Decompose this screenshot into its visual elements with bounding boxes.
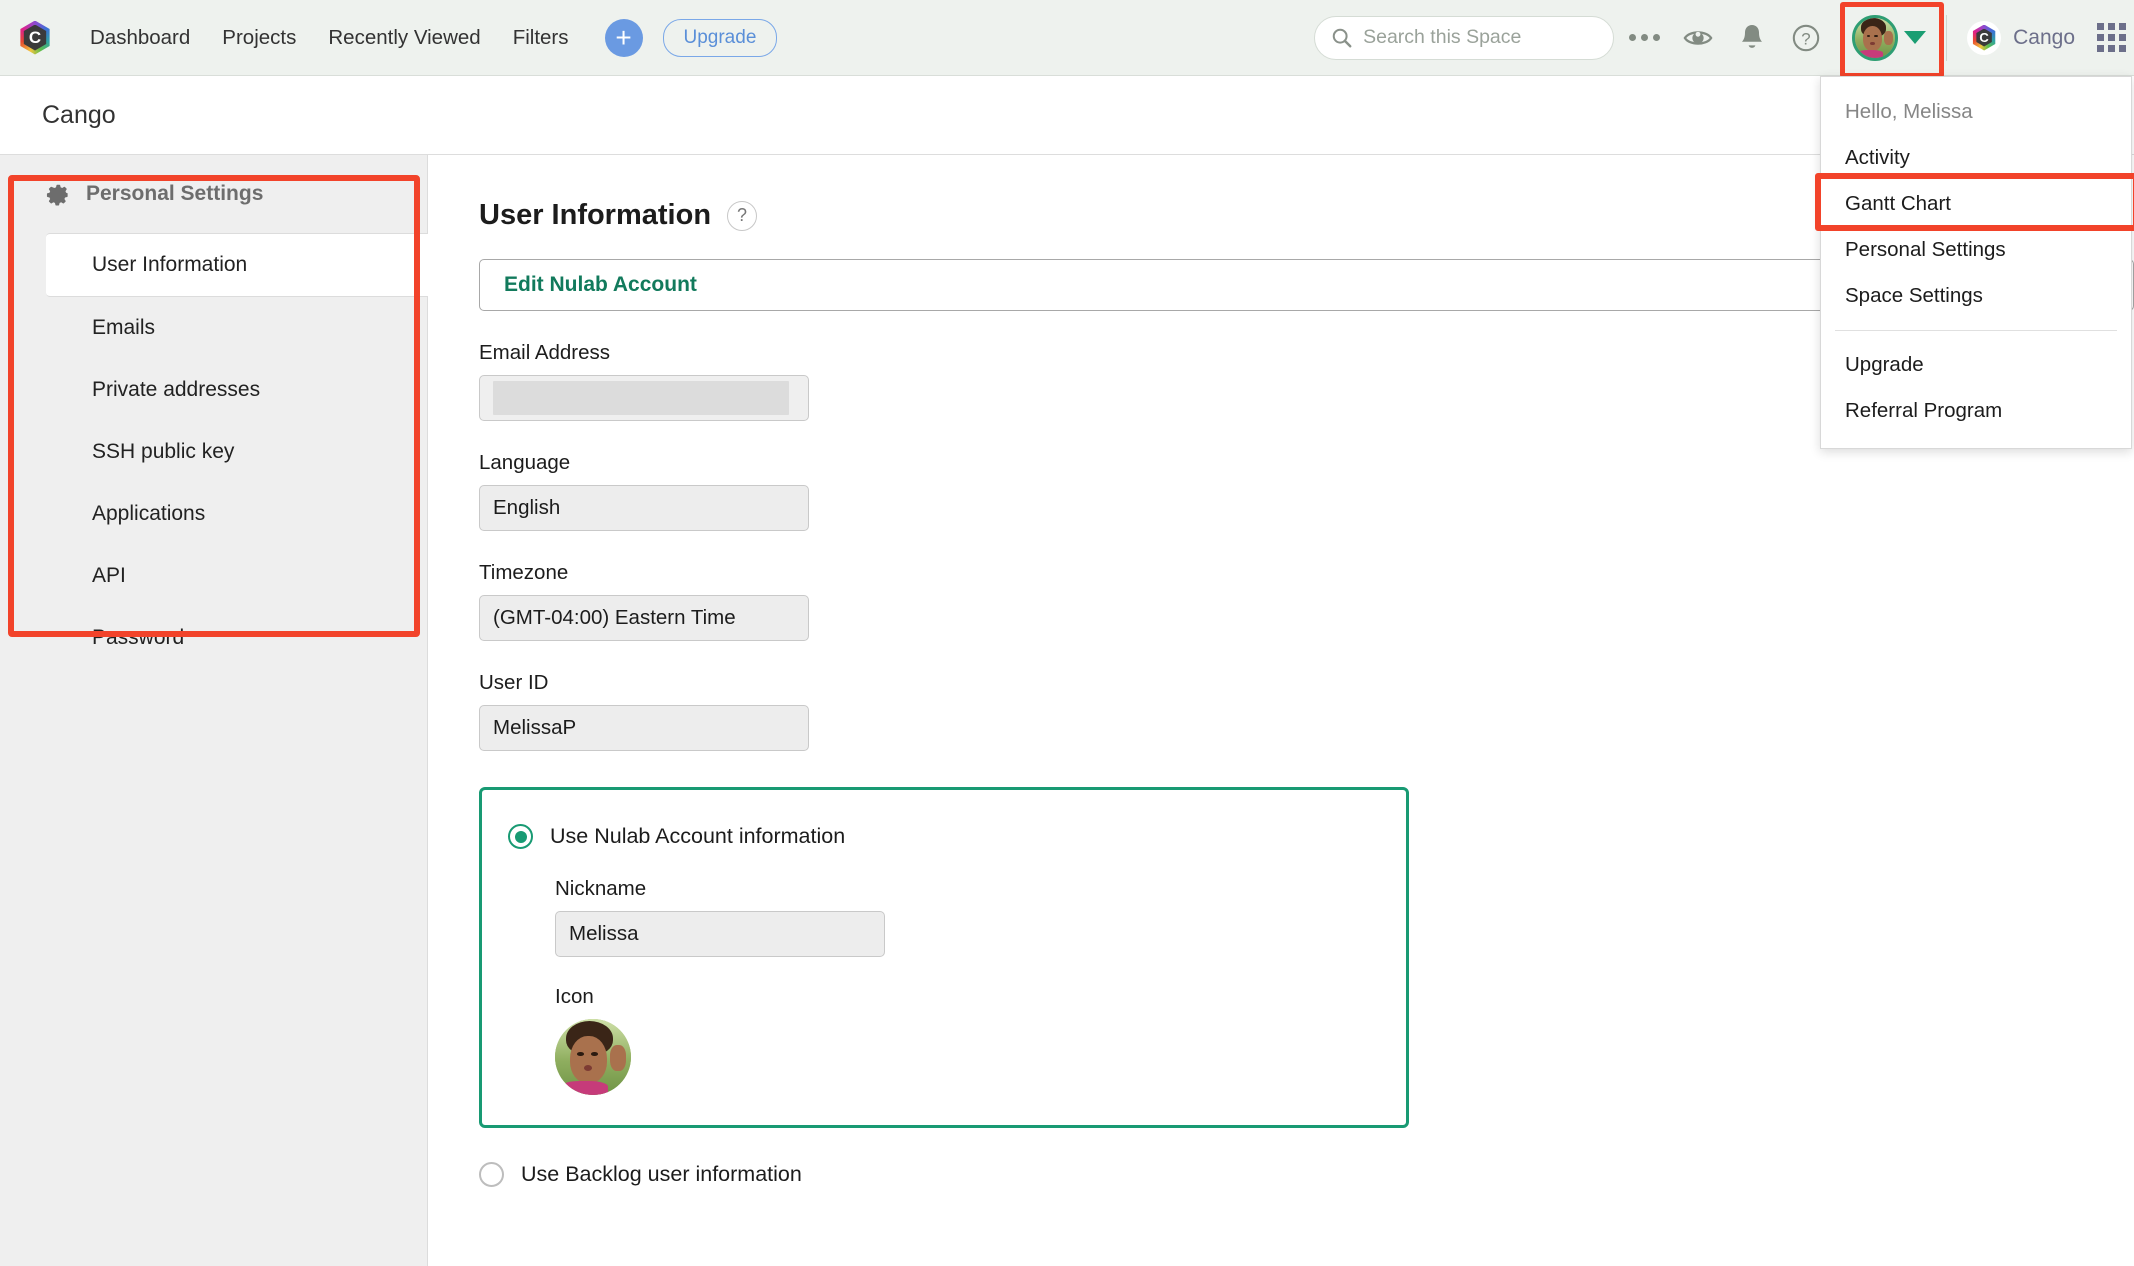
language-input[interactable]: English xyxy=(479,485,809,531)
backlog-logo-icon[interactable]: C xyxy=(18,20,52,55)
field-language: Language English xyxy=(479,451,2134,531)
timezone-input[interactable]: (GMT-04:00) Eastern Time xyxy=(479,595,809,641)
eye-icon xyxy=(1683,30,1713,45)
menu-item-upgrade[interactable]: Upgrade xyxy=(1821,342,2131,388)
nulab-account-option-card: Use Nulab Account information Nickname M… xyxy=(479,787,1409,1128)
sidebar-section-title: Personal Settings xyxy=(86,182,264,205)
settings-sidebar: Personal Settings User Information Email… xyxy=(0,155,428,1266)
apps-grid-icon[interactable] xyxy=(2097,23,2126,52)
notifications-button[interactable] xyxy=(1728,14,1776,62)
field-label: User ID xyxy=(479,671,549,694)
radio-label: Use Backlog user information xyxy=(521,1162,802,1186)
ellipsis-icon xyxy=(1628,34,1660,41)
divider xyxy=(1946,14,1948,61)
space-logo-icon: C xyxy=(1967,20,2002,55)
help-button[interactable]: ? xyxy=(1782,14,1830,62)
upgrade-button[interactable]: Upgrade xyxy=(662,18,778,57)
nickname-input[interactable]: Melissa xyxy=(555,911,885,957)
redaction-block xyxy=(493,381,789,415)
user-dropdown-menu: Hello, Melissa Activity Gantt Chart Pers… xyxy=(1815,76,2134,449)
avatar xyxy=(1852,14,1899,61)
search-input[interactable]: Search this Space xyxy=(1314,15,1615,60)
nav-link-filters[interactable]: Filters xyxy=(497,20,585,56)
page-title-bar: Cango xyxy=(0,76,2134,155)
bell-icon xyxy=(1742,24,1763,48)
help-question-icon[interactable]: ? xyxy=(727,200,758,231)
menu-item-activity[interactable]: Activity xyxy=(1821,135,2131,181)
chevron-down-icon xyxy=(1904,31,1927,44)
icon-field: Icon xyxy=(555,985,1406,1095)
nav-link-dashboard[interactable]: Dashboard xyxy=(74,20,206,56)
avatar-image xyxy=(1855,17,1896,58)
email-address-input[interactable] xyxy=(479,375,809,421)
gear-icon xyxy=(46,184,69,206)
question-mark-icon: ? xyxy=(1792,24,1820,51)
top-nav-right-group: Search this Space ? C Cango xyxy=(1314,0,2134,78)
sidebar-item-applications[interactable]: Applications xyxy=(0,483,427,545)
field-label: Timezone xyxy=(479,561,569,584)
add-button[interactable]: + xyxy=(604,18,643,57)
field-timezone: Timezone (GMT-04:00) Eastern Time xyxy=(479,561,2134,641)
svg-text:?: ? xyxy=(1801,29,1810,48)
radio-unselected-icon xyxy=(479,1162,504,1187)
content-heading: User Information xyxy=(479,199,712,231)
menu-divider xyxy=(1835,330,2117,331)
sidebar-item-api[interactable]: API xyxy=(0,545,427,607)
primary-nav-links: Dashboard Projects Recently Viewed Filte… xyxy=(74,20,585,56)
radio-selected-icon xyxy=(508,824,533,849)
space-switcher[interactable]: C Cango xyxy=(1967,20,2075,55)
menu-greeting: Hello, Melissa xyxy=(1845,100,1973,123)
menu-item-space-settings[interactable]: Space Settings xyxy=(1821,273,2131,319)
space-name-label: Cango xyxy=(2013,25,2075,49)
sidebar-item-user-information[interactable]: User Information xyxy=(46,233,428,297)
menu-item-gantt-chart[interactable]: Gantt Chart xyxy=(1821,181,2131,227)
field-label: Icon xyxy=(555,985,594,1008)
radio-label: Use Nulab Account information xyxy=(550,824,846,848)
search-placeholder: Search this Space xyxy=(1363,26,1522,48)
user-menu-toggle[interactable] xyxy=(1840,1,1945,78)
watch-button[interactable] xyxy=(1674,14,1722,62)
radio-use-backlog-user-info[interactable]: Use Backlog user information xyxy=(479,1162,2134,1187)
search-icon xyxy=(1332,28,1352,47)
nav-link-projects[interactable]: Projects xyxy=(206,20,312,56)
top-navigation-bar: C Dashboard Projects Recently Viewed Fil… xyxy=(0,0,2134,78)
avatar-image xyxy=(555,1019,631,1095)
sidebar-item-private-addresses[interactable]: Private addresses xyxy=(0,359,427,421)
sidebar-item-emails[interactable]: Emails xyxy=(0,297,427,359)
sidebar-item-password[interactable]: Password xyxy=(0,607,427,669)
more-options-button[interactable] xyxy=(1620,14,1668,62)
radio-use-nulab-account[interactable]: Use Nulab Account information xyxy=(508,824,1406,849)
nav-link-recently-viewed[interactable]: Recently Viewed xyxy=(312,20,496,56)
sidebar-section-header: Personal Settings xyxy=(0,155,427,233)
field-label: Language xyxy=(479,451,571,474)
menu-item-referral-program[interactable]: Referral Program xyxy=(1821,388,2131,434)
nickname-field: Nickname Melissa xyxy=(555,877,1406,957)
user-icon-avatar[interactable] xyxy=(555,1019,631,1095)
menu-item-personal-settings[interactable]: Personal Settings xyxy=(1821,227,2131,273)
field-label: Nickname xyxy=(555,877,647,900)
field-user-id: User ID MelissaP xyxy=(479,671,2134,751)
sidebar-item-ssh-public-key[interactable]: SSH public key xyxy=(0,421,427,483)
app-window: C Dashboard Projects Recently Viewed Fil… xyxy=(0,0,2134,1266)
user-id-input[interactable]: MelissaP xyxy=(479,705,809,751)
page-title: Cango xyxy=(42,100,116,129)
